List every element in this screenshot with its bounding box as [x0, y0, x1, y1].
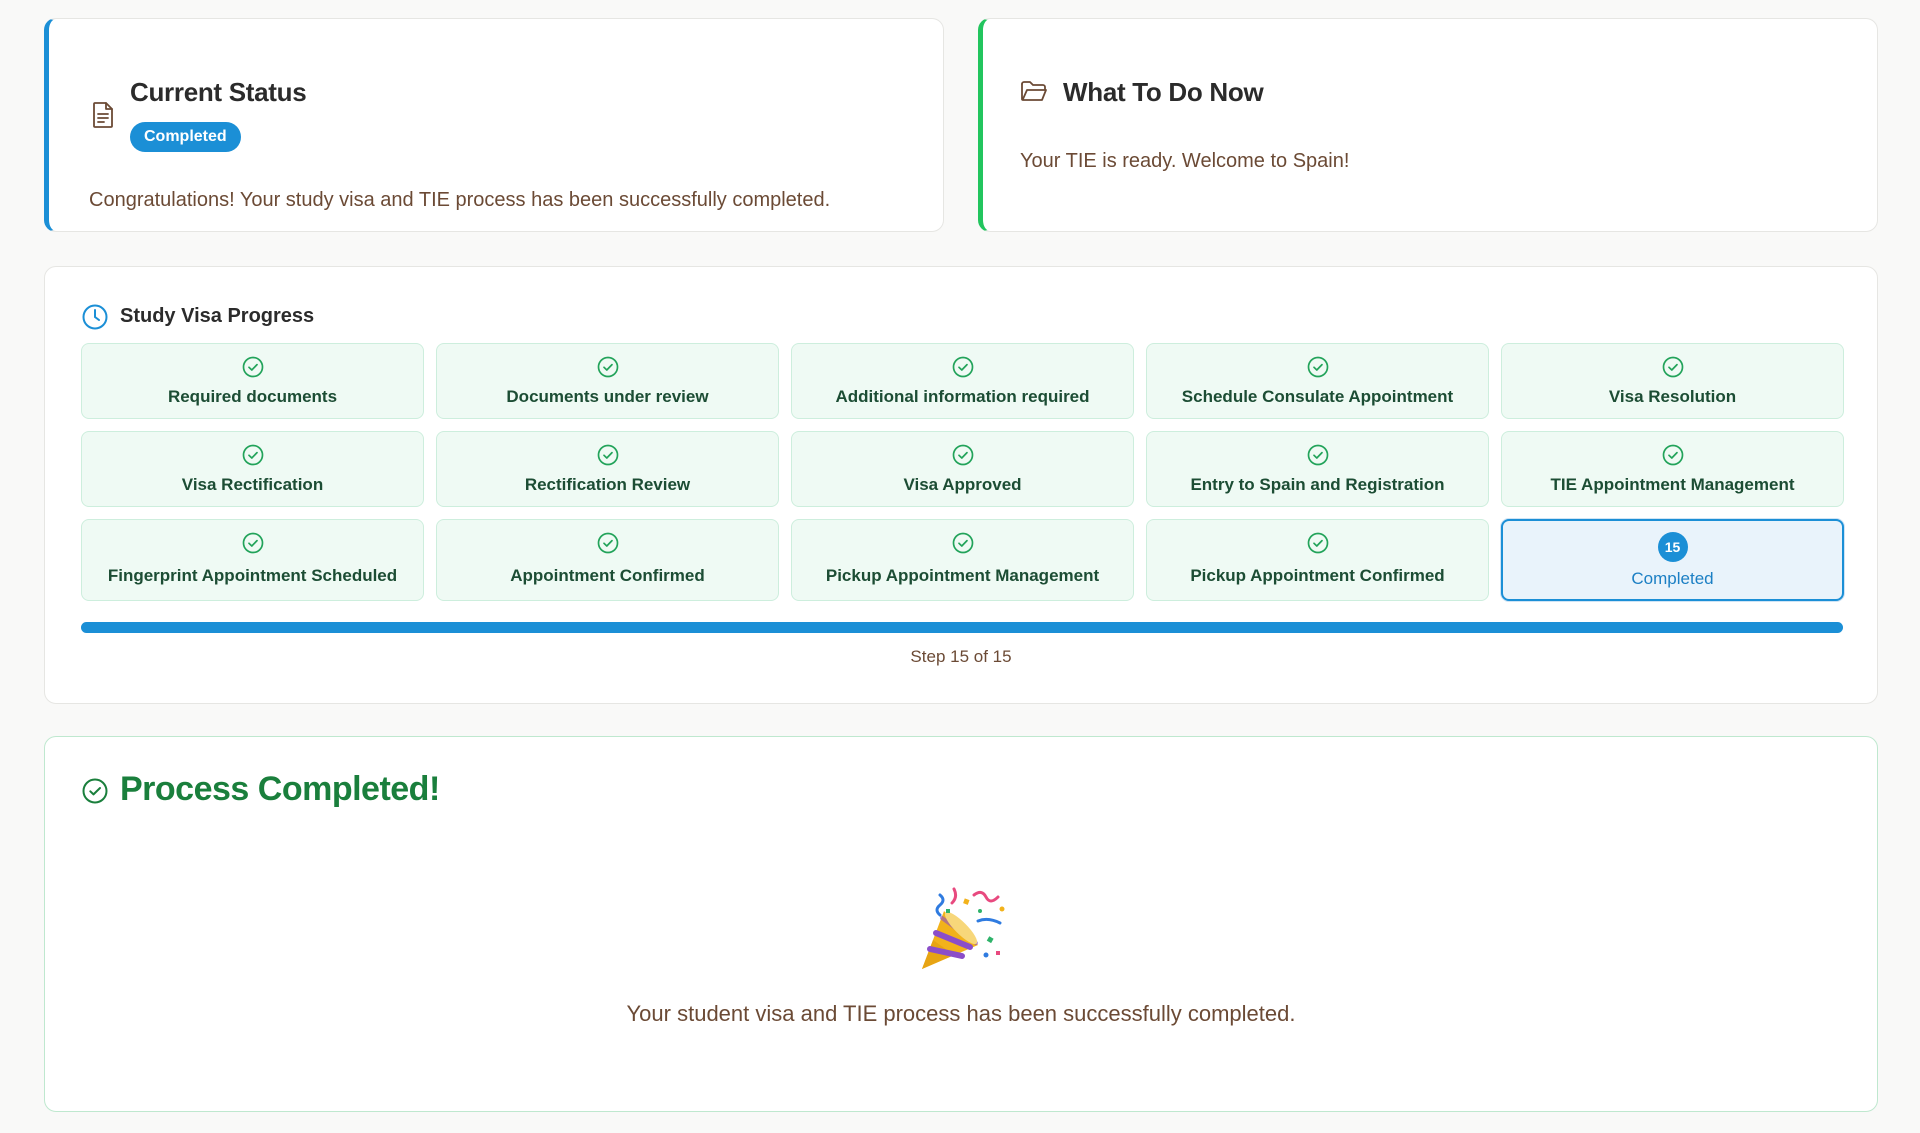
step-tie-appointment-management[interactable]: TIE Appointment Management — [1501, 431, 1844, 507]
step-label: TIE Appointment Management — [1550, 475, 1795, 494]
what-to-do-card: What To Do Now Your TIE is ready. Welcom… — [978, 18, 1878, 232]
step-label: Schedule Consulate Appointment — [1181, 387, 1454, 406]
step-additional-information[interactable]: Additional information required — [791, 343, 1134, 419]
process-completed-title: Process Completed! — [120, 770, 440, 808]
step-label: Appointment Confirmed — [510, 566, 705, 585]
check-circle-icon — [597, 356, 618, 378]
check-circle-icon — [1662, 444, 1683, 466]
check-circle-icon — [597, 444, 618, 466]
check-circle-icon — [597, 532, 618, 554]
step-label: Rectification Review — [524, 475, 691, 494]
check-circle-icon — [1307, 532, 1328, 554]
process-completed-message: Your student visa and TIE process has be… — [626, 1001, 1296, 1026]
step-label: Visa Resolution — [1608, 387, 1737, 406]
step-fingerprint-appointment[interactable]: Fingerprint Appointment Scheduled — [81, 519, 424, 601]
step-pickup-appointment-management[interactable]: Pickup Appointment Management — [791, 519, 1134, 601]
check-circle-icon — [82, 778, 108, 804]
progress-bar-fill — [81, 622, 1843, 633]
step-label: Required documents — [167, 387, 338, 406]
step-label: Visa Rectification — [181, 475, 324, 494]
step-label: Visa Approved — [903, 475, 1022, 494]
step-documents-under-review[interactable]: Documents under review — [436, 343, 779, 419]
progress-bar — [81, 622, 1843, 633]
check-circle-icon — [242, 444, 263, 466]
step-label: Additional information required — [835, 387, 1090, 406]
step-entry-to-spain[interactable]: Entry to Spain and Registration — [1146, 431, 1489, 507]
step-visa-rectification[interactable]: Visa Rectification — [81, 431, 424, 507]
check-circle-icon — [1307, 444, 1328, 466]
step-label: Documents under review — [506, 387, 709, 406]
progress-title: Study Visa Progress — [120, 305, 315, 327]
step-counter: Step 15 of 15 — [910, 647, 1012, 666]
step-label: Fingerprint Appointment Scheduled — [107, 566, 398, 585]
check-circle-icon — [1307, 356, 1328, 378]
status-badge: Completed — [130, 122, 241, 152]
process-completed-card: Process Completed! Your student visa and… — [44, 736, 1878, 1112]
party-popper-icon — [922, 887, 1005, 969]
check-circle-icon — [952, 532, 973, 554]
check-circle-icon — [1662, 356, 1683, 378]
what-to-do-message: Your TIE is ready. Welcome to Spain! — [1020, 150, 1350, 172]
what-to-do-title: What To Do Now — [1063, 77, 1264, 107]
steps-grid: Required documents Documents under revie… — [81, 343, 1844, 601]
check-circle-icon — [242, 532, 263, 554]
current-status-title: Current Status — [130, 77, 307, 107]
step-visa-approved[interactable]: Visa Approved — [791, 431, 1134, 507]
check-circle-icon — [952, 444, 973, 466]
step-appointment-confirmed[interactable]: Appointment Confirmed — [436, 519, 779, 601]
step-schedule-consulate-appointment[interactable]: Schedule Consulate Appointment — [1146, 343, 1489, 419]
folder-icon — [1021, 81, 1047, 101]
step-number-badge: 15 — [1657, 532, 1688, 562]
step-pickup-appointment-confirmed[interactable]: Pickup Appointment Confirmed — [1146, 519, 1489, 601]
study-visa-progress-card: Study Visa Progress Required documents D… — [44, 266, 1878, 704]
step-label: Pickup Appointment Confirmed — [1190, 566, 1445, 585]
document-icon — [93, 102, 113, 128]
step-required-documents[interactable]: Required documents — [81, 343, 424, 419]
step-completed-current[interactable]: 15 Completed — [1501, 519, 1844, 601]
step-visa-resolution[interactable]: Visa Resolution — [1501, 343, 1844, 419]
step-rectification-review[interactable]: Rectification Review — [436, 431, 779, 507]
check-circle-icon — [242, 356, 263, 378]
current-status-card: Current Status Completed Congratulations… — [44, 18, 944, 232]
step-label: Pickup Appointment Management — [825, 566, 1100, 585]
clock-icon — [82, 304, 108, 330]
step-label: Completed — [1631, 569, 1714, 588]
status-message: Congratulations! Your study visa and TIE… — [89, 189, 831, 211]
step-label: Entry to Spain and Registration — [1190, 475, 1445, 494]
check-circle-icon — [952, 356, 973, 378]
